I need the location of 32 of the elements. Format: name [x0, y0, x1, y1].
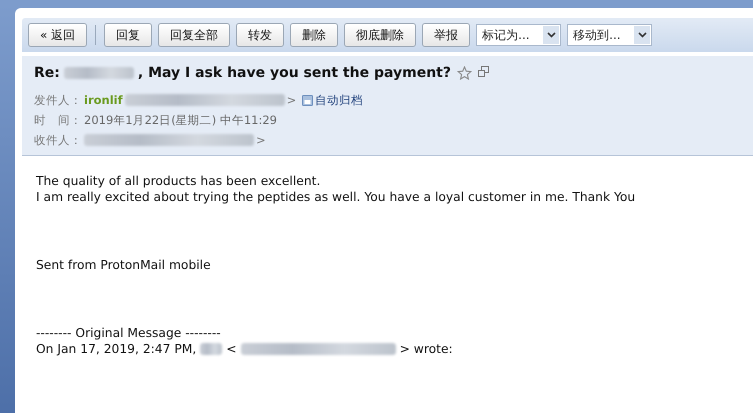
- toolbar-button[interactable]: 回复全部: [158, 23, 230, 47]
- signature-text: Sent from ProtonMail mobile: [36, 257, 212, 273]
- field-label: 时 间：: [34, 112, 82, 128]
- bracket-text: <: [226, 341, 237, 357]
- toolbar-button[interactable]: 删除: [290, 23, 338, 47]
- message-line: The quality of all products has been excellent.: [36, 173, 322, 189]
- star-icon[interactable]: [456, 66, 472, 80]
- archive-icon: [302, 94, 314, 106]
- new-window-icon[interactable]: [478, 66, 489, 77]
- toolbar-button[interactable]: 彻底删除: [344, 23, 416, 47]
- quote-divider: -------- Original Message --------: [36, 325, 222, 341]
- quote-intro: On Jan 17, 2019, 2:47 PM,: [36, 341, 196, 357]
- redacted-mark: [200, 343, 222, 355]
- message-line: I am really excited about trying the peptides as well. You have a loyal customer in me. Thank You: [36, 189, 636, 205]
- toolbar-button[interactable]: 回复: [104, 23, 152, 47]
- bracket-text: >: [256, 133, 266, 147]
- sent-time: 2019年1月22日(星期二) 中午11:29: [84, 112, 277, 128]
- auto-archive-link[interactable]: 自动归档: [315, 92, 364, 108]
- redacted-mark: [64, 67, 134, 79]
- email-subject: , May I ask have you sent the payment?: [138, 65, 451, 81]
- toolbar-button[interactable]: 举报: [422, 23, 470, 47]
- quote-intro: > wrote:: [400, 341, 453, 357]
- toolbar-button[interactable]: 转发: [236, 23, 284, 47]
- bracket-text: >: [286, 93, 296, 107]
- chevron-down-icon: [546, 32, 556, 38]
- dropdown[interactable]: 标记为...: [476, 24, 562, 46]
- back-button[interactable]: « 返回: [28, 23, 88, 47]
- field-label: 发件人：: [34, 92, 82, 108]
- dropdown[interactable]: 移动到...: [567, 24, 652, 46]
- subject-prefix: Re:: [34, 65, 60, 81]
- field-label: 收件人：: [34, 132, 82, 148]
- chevron-down-icon: [638, 32, 647, 38]
